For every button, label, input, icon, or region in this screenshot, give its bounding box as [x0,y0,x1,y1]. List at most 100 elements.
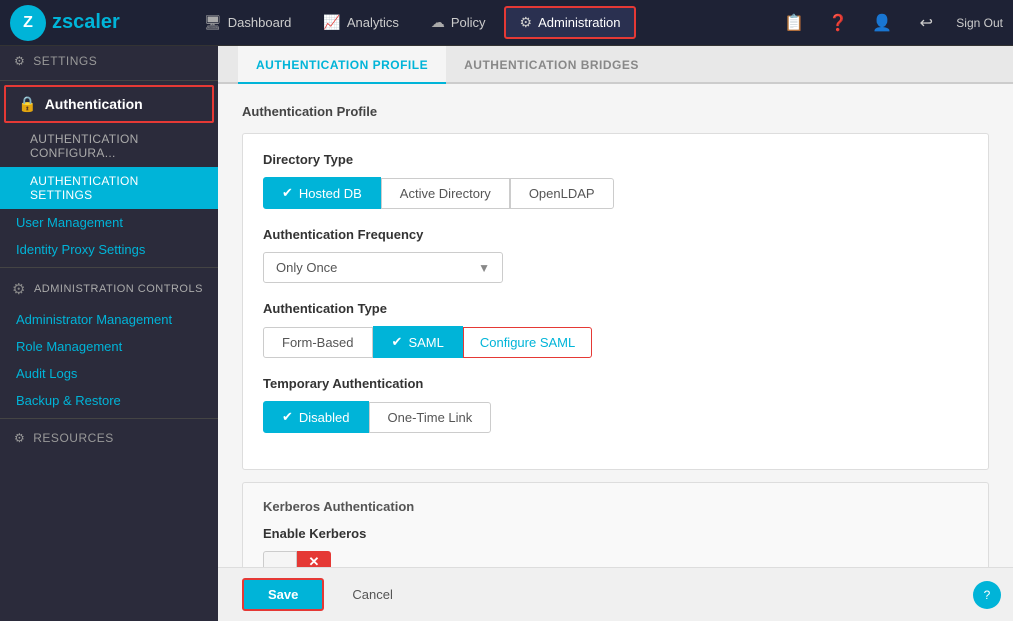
auth-type-field: Authentication Type Form-Based ✔ SAML Co… [263,301,968,358]
audit-logs-label: Audit Logs [16,366,77,381]
nav-right-area: 📋 ❓ 👤 ↩ Sign Out [780,9,1003,37]
hosted-db-check: ✔ [282,185,293,201]
policy-icon: ☁ [431,14,445,31]
nav-item-dashboard[interactable]: 🖥 Dashboard [190,8,305,37]
auth-type-label: Authentication Type [263,301,968,316]
btn-hosted-db[interactable]: ✔ Hosted DB [263,177,381,209]
sidebar-authentication-header[interactable]: 🔒 Authentication [4,85,214,123]
btn-saml[interactable]: ✔ SAML [373,326,463,358]
sidebar-role-management[interactable]: Role Management [0,333,218,360]
lock-icon: 🔒 [18,95,37,113]
tab-auth-bridges[interactable]: Authentication Bridges [446,46,657,84]
configure-saml-label: Configure SAML [480,335,575,350]
sidebar-admin-management[interactable]: Administrator Management [0,306,218,333]
saml-check-icon: ✔ [392,334,403,350]
btn-active-directory[interactable]: Active Directory [381,178,510,209]
auth-type-btn-group: Form-Based ✔ SAML Configure SAML [263,326,968,358]
toggle-off-side[interactable] [263,551,297,567]
sidebar-admin-controls-header: ⚙ ADMINISTRATION CONTROLS [0,272,218,306]
resources-icon: ⚙ [14,431,25,445]
administration-icon: ⚙ [520,14,533,31]
auth-frequency-label: Authentication Frequency [263,227,968,242]
directory-type-label: Directory Type [263,152,968,167]
openldap-label: OpenLDAP [529,186,595,201]
tab-auth-bridges-label: Authentication Bridges [464,58,639,72]
tab-auth-profile[interactable]: Authentication Profile [238,46,446,84]
btn-form-based[interactable]: Form-Based [263,327,373,358]
settings-icon: ⚙ [14,54,25,68]
saml-label: SAML [408,335,443,350]
content-area: Authentication Profile Authentication Br… [218,46,1013,621]
admin-controls-label: ADMINISTRATION CONTROLS [34,283,203,295]
help-icon[interactable]: ❓ [824,9,852,37]
kerberos-toggle[interactable]: ✕ [263,551,968,567]
floating-help-button[interactable]: ? [973,581,1001,609]
nav-analytics-label: Analytics [347,15,399,30]
content-scroll: Authentication Profile Directory Type ✔ … [218,84,1013,567]
main-layout: ⚙ Settings 🔒 Authentication AUTHENTICATI… [0,46,1013,621]
sidebar-settings[interactable]: ⚙ Settings [0,46,218,76]
auth-form-section: Directory Type ✔ Hosted DB Active Direct… [242,133,989,470]
btn-configure-saml[interactable]: Configure SAML [463,327,592,358]
kerberos-section: Kerberos Authentication Enable Kerberos … [242,482,989,567]
resources-label: Resources [33,431,114,445]
logo-text: zscaler [52,11,120,34]
directory-type-field: Directory Type ✔ Hosted DB Active Direct… [263,152,968,209]
user-icon[interactable]: 👤 [868,9,896,37]
sidebar-identity-proxy[interactable]: Identity Proxy Settings [0,236,218,263]
temp-auth-field: Temporary Authentication ✔ Disabled One-… [263,376,968,433]
nav-items: 🖥 Dashboard 📈 Analytics ☁ Policy ⚙ Admin… [190,6,780,39]
temp-auth-btn-group: ✔ Disabled One-Time Link [263,401,968,433]
signout-icon[interactable]: ↩ [912,9,940,37]
backup-restore-label: Backup & Restore [16,393,121,408]
dropdown-arrow-icon: ▼ [478,261,490,275]
auth-config-label: AUTHENTICATION CONFIGURA... [30,132,139,160]
auth-settings-label: Authentication Settings [30,174,139,202]
nav-item-policy[interactable]: ☁ Policy [417,8,500,37]
sidebar-audit-logs[interactable]: Audit Logs [0,360,218,387]
btn-one-time-link[interactable]: One-Time Link [369,402,492,433]
hosted-db-label: Hosted DB [299,186,362,201]
nav-item-analytics[interactable]: 📈 Analytics [309,8,412,37]
disabled-check-icon: ✔ [282,409,293,425]
nav-administration-label: Administration [538,15,620,30]
identity-proxy-label: Identity Proxy Settings [16,242,145,257]
temp-auth-label: Temporary Authentication [263,376,968,391]
nav-item-administration[interactable]: ⚙ Administration [504,6,637,39]
nav-dashboard-label: Dashboard [228,15,292,30]
sidebar-resources[interactable]: ⚙ Resources [0,423,218,453]
one-time-link-label: One-Time Link [388,410,473,425]
footer-bar: Save Cancel [218,567,1013,621]
nav-policy-label: Policy [451,15,486,30]
auth-frequency-dropdown[interactable]: Only Once ▼ [263,252,503,283]
role-management-label: Role Management [16,339,122,354]
sidebar: ⚙ Settings 🔒 Authentication AUTHENTICATI… [0,46,218,621]
directory-type-btn-group: ✔ Hosted DB Active Directory OpenLDAP [263,177,968,209]
sign-out-label[interactable]: Sign Out [956,16,1003,30]
auth-profile-section-title: Authentication Profile [242,104,989,119]
authentication-header-label: Authentication [45,96,143,112]
auth-frequency-field: Authentication Frequency Only Once ▼ [263,227,968,283]
sidebar-auth-config[interactable]: AUTHENTICATION CONFIGURA... [0,125,218,167]
toggle-x-side[interactable]: ✕ [297,551,331,567]
top-navigation: Z zscaler 🖥 Dashboard 📈 Analytics ☁ Poli… [0,0,1013,46]
sidebar-auth-settings[interactable]: Authentication Settings [0,167,218,209]
enable-kerberos-label: Enable Kerberos [263,526,968,541]
btn-openldap[interactable]: OpenLDAP [510,178,614,209]
reports-icon[interactable]: 📋 [780,9,808,37]
form-based-label: Form-Based [282,335,354,350]
sidebar-user-management[interactable]: User Management [0,209,218,236]
dashboard-icon: 🖥 [204,14,222,31]
btn-disabled[interactable]: ✔ Disabled [263,401,369,433]
cancel-button[interactable]: Cancel [336,580,408,609]
settings-label: Settings [33,54,97,68]
admin-icon: ⚙ [12,280,26,298]
logo-icon: Z [10,5,46,41]
admin-management-label: Administrator Management [16,312,172,327]
tabs-bar: Authentication Profile Authentication Br… [218,46,1013,84]
auth-frequency-value: Only Once [276,260,337,275]
active-directory-label: Active Directory [400,186,491,201]
analytics-icon: 📈 [323,14,340,31]
save-button[interactable]: Save [242,578,324,611]
sidebar-backup-restore[interactable]: Backup & Restore [0,387,218,414]
